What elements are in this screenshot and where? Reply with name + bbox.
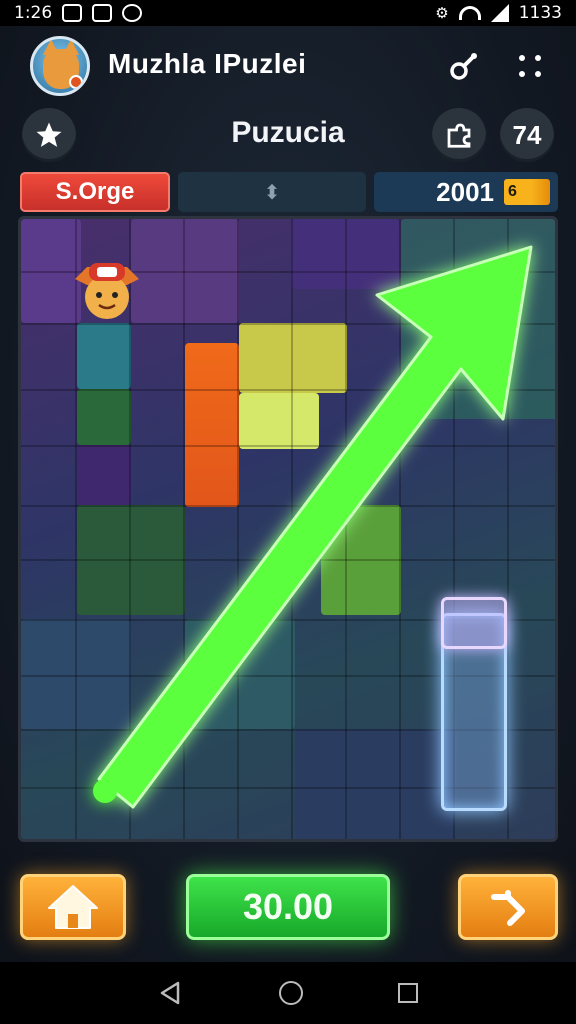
more-button[interactable] [512,48,548,84]
wifi-icon [458,6,481,20]
score-button[interactable]: 30.00 [186,874,390,940]
next-button[interactable] [458,874,558,940]
app-notification-icon [92,4,113,22]
info-bar: S.Orge ⬍ 2001 6 [20,172,558,212]
status-left: 1:26 [14,3,143,23]
header: Muzhla IPuzlei [0,26,576,106]
score-badge: 6 [504,179,550,205]
score-value: 2001 [436,176,494,207]
puzzle-board[interactable] [18,216,558,842]
next-arrow-icon [491,890,525,926]
nav-home-icon[interactable] [278,981,303,1005]
signal-icon [490,4,509,22]
count-button[interactable]: 74 [500,108,554,162]
gallery-notification-icon [62,4,83,22]
puzzle-button[interactable] [432,108,486,162]
more-dots-icon [519,55,541,77]
player-name-tag[interactable]: S.Orge [20,172,170,212]
puzzle-piece-icon [447,123,471,148]
sort-indicator[interactable]: ⬍ [178,172,366,212]
home-button[interactable] [20,874,126,940]
fox-avatar-icon[interactable] [30,36,90,96]
vibrate-icon: ⚙ [435,4,449,22]
game-screen: Muzhla IPuzlei Puzucia 74 S.Orge ⬍ 2001 … [0,26,576,962]
sync-notification-icon [122,4,143,22]
system-nav-bar [0,962,576,1024]
toolbar: Puzucia 74 [0,108,576,162]
nav-back-icon[interactable] [158,980,184,1006]
status-right: ⚙ 1133 [435,3,562,23]
bottom-bar: 30.00 [0,866,576,962]
avatar-badge [69,75,83,89]
settings-button[interactable] [446,48,482,84]
status-clock: 1133 [518,3,562,23]
status-time: 1:26 [14,3,53,23]
hint-arrow-icon [93,245,533,809]
home-icon [48,885,98,929]
app-title: Muzhla IPuzlei [108,48,307,79]
score-panel: 2001 6 [374,172,558,212]
nav-recents-icon[interactable] [398,983,419,1003]
wrench-icon [450,53,477,80]
status-bar: 1:26 ⚙ 1133 [0,0,576,26]
mode-title: Puzucia [231,116,345,149]
